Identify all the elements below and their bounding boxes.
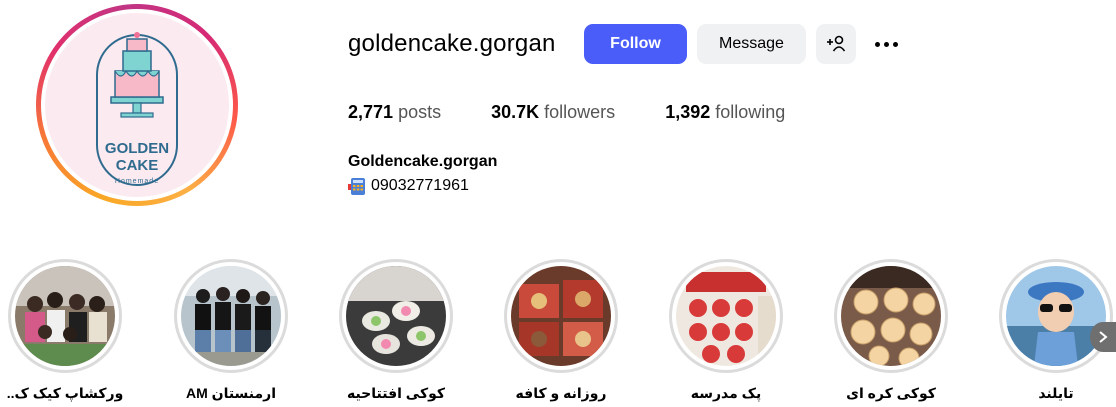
highlight-cover-image bbox=[1006, 266, 1106, 366]
highlight-cover-image bbox=[181, 266, 281, 366]
add-user-icon bbox=[827, 35, 846, 52]
profile-full-name: Goldencake.gorgan bbox=[348, 153, 498, 170]
highlights-next-button[interactable] bbox=[1090, 322, 1116, 352]
follow-button[interactable]: Follow bbox=[584, 24, 687, 64]
following-count: 1,392 bbox=[665, 102, 711, 122]
more-options-button[interactable] bbox=[868, 28, 904, 60]
highlight-label: تایلند bbox=[1038, 385, 1074, 401]
message-button[interactable]: Message bbox=[697, 24, 806, 64]
phone-keypad-icon bbox=[348, 178, 365, 195]
highlight-label: کوکی افتتاحیه bbox=[346, 385, 446, 401]
avatar[interactable]: GOLDEN CAKE Homemade bbox=[45, 13, 229, 197]
avatar-inner: GOLDEN CAKE Homemade bbox=[41, 9, 233, 201]
story-highlight[interactable]: کوکی کره ای bbox=[834, 259, 948, 401]
highlight-cover-image bbox=[511, 266, 611, 366]
highlight-label: روزانه و کافه bbox=[515, 385, 607, 401]
highlight-label: ارمنستان AM bbox=[185, 385, 277, 401]
highlight-cover-image bbox=[841, 266, 941, 366]
followers-label: followers bbox=[544, 102, 616, 122]
profile-avatar-ring[interactable]: GOLDEN CAKE Homemade bbox=[36, 4, 238, 206]
profile-stats: 2,771 posts 30.7K followers 1,392 follow… bbox=[348, 102, 835, 123]
bio-phone-number: 09032771961 bbox=[371, 177, 469, 194]
story-highlight[interactable]: پک مدرسه bbox=[669, 259, 783, 401]
more-dots-icon bbox=[883, 41, 889, 47]
followers-count: 30.7K bbox=[491, 102, 540, 122]
posts-count: 2,771 bbox=[348, 102, 394, 122]
following-label: following bbox=[715, 102, 786, 122]
following-link[interactable]: 1,392 following bbox=[665, 102, 785, 123]
posts-stat: 2,771 posts bbox=[348, 102, 441, 123]
highlight-cover-image bbox=[346, 266, 446, 366]
highlight-label: پک مدرسه bbox=[690, 385, 762, 401]
logo-text-line1: GOLDEN bbox=[105, 140, 169, 157]
highlight-label: کوکی کره ای bbox=[846, 385, 936, 401]
story-highlight[interactable]: روزانه و کافه bbox=[504, 259, 618, 401]
highlight-cover-image bbox=[676, 266, 776, 366]
profile-bio: 09032771961 bbox=[348, 176, 469, 196]
highlight-cover-image bbox=[15, 266, 115, 366]
profile-username: goldencake.gorgan bbox=[348, 30, 556, 57]
followers-link[interactable]: 30.7K followers bbox=[491, 102, 615, 123]
golden-cake-logo: GOLDEN CAKE Homemade bbox=[96, 32, 178, 186]
chevron-right-icon bbox=[1099, 331, 1108, 343]
suggested-accounts-button[interactable] bbox=[816, 24, 856, 64]
logo-subtext: Homemade bbox=[115, 178, 159, 185]
posts-label: posts bbox=[398, 102, 442, 122]
story-highlight[interactable]: ورکشاپ کیک ک.. bbox=[7, 259, 123, 401]
more-dots-icon bbox=[874, 41, 880, 47]
highlight-label: ورکشاپ کیک ک.. bbox=[6, 385, 124, 401]
story-highlight[interactable]: ارمنستان AM bbox=[174, 259, 288, 401]
logo-text-line2: CAKE bbox=[116, 157, 159, 174]
more-dots-icon bbox=[892, 41, 898, 47]
story-highlight[interactable]: کوکی افتتاحیه bbox=[339, 259, 453, 401]
